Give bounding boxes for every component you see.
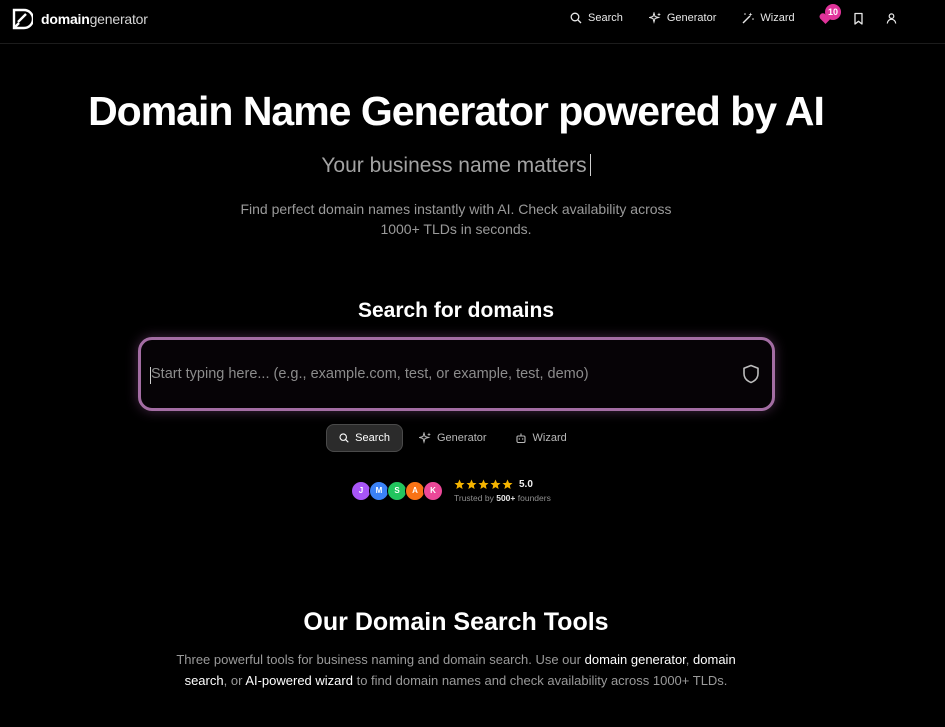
avatar: J bbox=[351, 480, 371, 501]
star-icon bbox=[490, 479, 501, 489]
page: domaingenerator Search Generator Wizard … bbox=[0, 0, 945, 727]
favorites-button[interactable]: 10 bbox=[819, 4, 842, 26]
mode-tab-wizard-label: Wizard bbox=[532, 432, 567, 444]
trusted-suffix: founders bbox=[517, 493, 551, 503]
nav-generator-label: Generator bbox=[666, 12, 717, 24]
logo[interactable]: domaingenerator bbox=[11, 8, 148, 30]
sparkles-icon bbox=[419, 432, 431, 444]
tools-desc-part2: , or bbox=[223, 672, 243, 688]
search-icon bbox=[339, 433, 349, 443]
hero-subtitle-text: Your business name matters bbox=[321, 154, 587, 177]
mode-tab-search-label: Search bbox=[355, 432, 390, 444]
top-nav: domaingenerator Search Generator Wizard … bbox=[0, 0, 945, 44]
hero-description: Find perfect domain names instantly with… bbox=[240, 201, 672, 237]
social-proof: J M S A K 5.0 Trusted by 500+ founders bbox=[351, 478, 551, 503]
ai-wizard-link[interactable]: AI-powered wizard bbox=[245, 673, 353, 688]
tools-desc-part1: Three powerful tools for business naming… bbox=[176, 652, 581, 667]
user-icon bbox=[886, 13, 897, 24]
logo-icon bbox=[12, 8, 33, 30]
trusted-count: 500+ bbox=[496, 493, 516, 503]
star-icon bbox=[502, 479, 513, 489]
search-mode-tabs: Search Generator Wizard bbox=[326, 424, 583, 452]
account-button[interactable] bbox=[885, 12, 898, 26]
rating-block: 5.0 Trusted by 500+ founders bbox=[454, 478, 551, 504]
trusted-prefix: Trusted by bbox=[454, 493, 494, 503]
avatar: A bbox=[405, 480, 425, 501]
tools-section-title: Our Domain Search Tools bbox=[303, 608, 609, 636]
rating-value: 5.0 bbox=[519, 478, 533, 490]
nav-wizard-label: Wizard bbox=[760, 12, 795, 24]
star-icon bbox=[466, 479, 477, 489]
search-heading: Search for domains bbox=[357, 299, 555, 322]
nav-search-label: Search bbox=[588, 12, 623, 24]
star-icon bbox=[454, 479, 465, 489]
hero-title: Domain Name Generator powered by AI bbox=[88, 88, 825, 134]
logo-text: domaingenerator bbox=[41, 11, 148, 27]
domain-search-input[interactable] bbox=[151, 340, 731, 408]
tools-section-description: Three powerful tools for business naming… bbox=[176, 652, 736, 688]
robot-icon bbox=[515, 433, 526, 444]
bookmark-icon bbox=[854, 12, 863, 25]
star-icon bbox=[478, 479, 489, 489]
nav-search-link[interactable]: Search bbox=[570, 12, 623, 24]
mode-tab-generator-label: Generator bbox=[437, 432, 487, 444]
favorites-count-badge: 10 bbox=[825, 4, 842, 20]
star-rating: 5.0 bbox=[454, 478, 551, 490]
nav-wizard-link[interactable]: Wizard bbox=[742, 12, 795, 24]
search-icon bbox=[570, 12, 582, 24]
hero-subtitle: Your business name matters bbox=[0, 154, 912, 178]
magic-wand-icon bbox=[742, 12, 755, 24]
nav-links: Search Generator Wizard bbox=[570, 12, 821, 24]
trusted-by-text: Trusted by 500+ founders bbox=[454, 493, 551, 503]
avatar-group: J M S A K bbox=[351, 480, 443, 501]
nav-icons: 10 bbox=[819, 4, 898, 26]
nav-generator-link[interactable]: Generator bbox=[648, 12, 717, 24]
logo-text-light: generator bbox=[89, 11, 148, 27]
mode-tab-wizard[interactable]: Wizard bbox=[503, 424, 579, 452]
sparkles-icon bbox=[648, 12, 661, 24]
tools-desc-part3: to find domain names and check availabil… bbox=[356, 672, 728, 688]
mode-tab-generator[interactable]: Generator bbox=[407, 424, 499, 452]
shield-icon[interactable] bbox=[742, 364, 760, 384]
bookmarks-button[interactable] bbox=[852, 12, 865, 26]
avatar: K bbox=[423, 480, 443, 501]
avatar: M bbox=[369, 480, 389, 501]
typing-caret bbox=[589, 154, 591, 176]
mode-tab-search[interactable]: Search bbox=[326, 424, 403, 452]
logo-text-bold: domain bbox=[41, 11, 90, 27]
search-box bbox=[138, 337, 775, 411]
domain-generator-link[interactable]: domain generator bbox=[585, 652, 686, 667]
avatar: S bbox=[387, 480, 407, 501]
